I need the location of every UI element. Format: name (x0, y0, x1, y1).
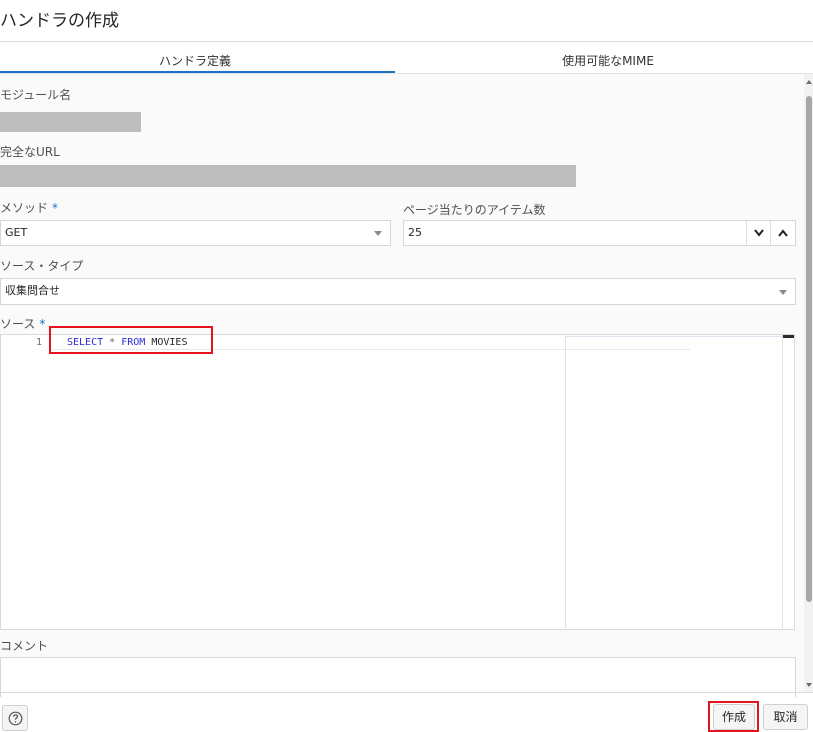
question-circle-icon (8, 711, 23, 726)
method-label: メソッド * (0, 199, 58, 216)
method-select[interactable]: GET (0, 220, 391, 246)
required-marker: * (52, 201, 59, 215)
scrollbar-thumb[interactable] (806, 96, 812, 602)
title-divider (0, 41, 813, 42)
scroll-up-arrow-icon[interactable] (806, 80, 812, 84)
editor-minimap-line (565, 336, 782, 337)
chevron-down-icon (754, 229, 764, 237)
editor-minimap-viewport[interactable] (783, 335, 794, 338)
module-name-label: モジュール名 (0, 88, 72, 102)
dialog-title: ハンドラの作成 (0, 11, 119, 31)
comment-label: コメント (0, 639, 49, 653)
source-type-value: 収集問合せ (5, 284, 60, 297)
help-button[interactable] (2, 705, 28, 731)
tab-available-mime[interactable]: 使用可能なMIME (508, 52, 708, 69)
source-type-label: ソース・タイプ (0, 259, 84, 273)
sql-code-editor[interactable] (0, 334, 795, 630)
chevron-down-icon (374, 231, 382, 236)
chevron-up-icon (778, 229, 788, 237)
full-url-value-redacted (0, 165, 576, 187)
comment-textarea[interactable] (0, 657, 796, 697)
highlight-box-create (708, 701, 759, 732)
method-value: GET (5, 226, 28, 239)
required-marker: * (39, 317, 46, 331)
increment-button[interactable] (770, 221, 795, 245)
items-per-page-label: ページ当たりのアイテム数 (403, 203, 546, 217)
footer-divider (0, 692, 813, 693)
scroll-down-arrow-icon[interactable] (806, 683, 812, 687)
chevron-down-icon (779, 290, 787, 295)
line-number: 1 (36, 337, 43, 348)
tab-handler-definition[interactable]: ハンドラ定義 (100, 52, 290, 69)
source-label: ソース * (0, 315, 45, 332)
cancel-button[interactable]: 取消 (763, 704, 808, 730)
decrement-button[interactable] (746, 221, 771, 245)
editor-split-divider (565, 334, 566, 630)
module-name-value-redacted (0, 112, 141, 132)
items-per-page-input[interactable]: 25 (403, 220, 796, 246)
source-label-text: ソース (0, 317, 36, 331)
full-url-label: 完全なURL (0, 145, 60, 159)
source-type-select[interactable]: 収集問合せ (0, 278, 796, 305)
items-per-page-value: 25 (408, 226, 422, 239)
editor-minimap-divider (782, 334, 783, 630)
highlight-box-sql (49, 326, 213, 354)
method-label-text: メソッド (0, 201, 49, 215)
